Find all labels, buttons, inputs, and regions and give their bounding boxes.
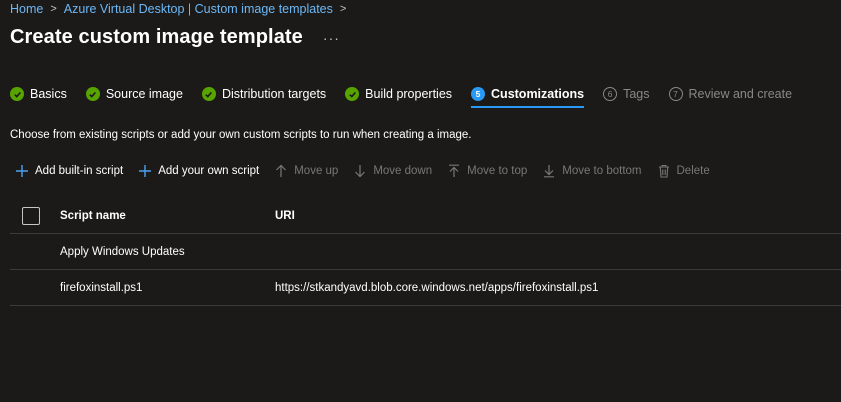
select-all-checkbox[interactable]	[22, 206, 40, 225]
add-built-in-script-label: Add built-in script	[35, 165, 124, 177]
tab-tags-label: Tags	[623, 87, 650, 101]
tab-build-properties[interactable]: Build properties	[345, 86, 452, 102]
breadcrumb-custom-image-templates-link[interactable]: Azure Virtual Desktop | Custom image tem…	[64, 2, 333, 16]
tab-basics-label: Basics	[30, 87, 67, 101]
title-row: Create custom image template ···	[10, 26, 340, 49]
delete-button[interactable]: Delete	[656, 163, 710, 179]
plus-icon	[14, 163, 30, 179]
tab-source-image-label: Source image	[105, 87, 183, 101]
tab-distribution-targets[interactable]: Distribution targets	[201, 86, 327, 102]
tab-source-image[interactable]: Source image	[85, 86, 183, 102]
step-number-badge: 6	[603, 87, 618, 101]
page: Home > Azure Virtual Desktop | Custom im…	[0, 0, 841, 402]
table-row[interactable]: firefoxinstall.ps1 https://stkandyavd.bl…	[10, 270, 841, 306]
checkmark-icon	[201, 87, 216, 101]
step-number-badge: 7	[668, 87, 683, 101]
checkmark-icon	[10, 87, 24, 101]
add-built-in-script-button[interactable]: Add built-in script	[14, 163, 123, 179]
move-up-label: Move up	[294, 165, 339, 177]
plus-icon	[137, 163, 153, 179]
tab-review-and-create-label: Review and create	[688, 87, 793, 101]
move-to-bottom-button[interactable]: Move to bottom	[541, 163, 642, 179]
tab-distribution-targets-label: Distribution targets	[221, 87, 327, 101]
checkmark-icon	[85, 87, 100, 101]
move-up-button[interactable]: Move up	[273, 163, 338, 179]
column-header-script-name[interactable]: Script name	[60, 210, 275, 222]
move-down-button[interactable]: Move down	[352, 163, 432, 179]
scripts-table: Script name URI Apply Windows Updates fi…	[10, 198, 841, 306]
page-title: Create custom image template	[10, 26, 303, 48]
tab-review-and-create[interactable]: 7 Review and create	[668, 86, 793, 102]
tab-tags[interactable]: 6 Tags	[603, 86, 650, 102]
trash-icon	[656, 163, 672, 179]
breadcrumb-home-link[interactable]: Home	[10, 2, 43, 16]
tab-customizations[interactable]: 5 Customizations	[471, 86, 585, 108]
arrow-up-icon	[273, 163, 289, 179]
column-header-uri[interactable]: URI	[275, 210, 841, 222]
breadcrumb: Home > Azure Virtual Desktop | Custom im…	[10, 2, 353, 16]
tab-customizations-label: Customizations	[491, 87, 585, 101]
add-your-own-script-label: Add your own script	[158, 165, 260, 177]
chevron-right-icon: >	[339, 3, 347, 15]
table-header: Script name URI	[10, 198, 841, 234]
select-all-cell	[10, 206, 60, 225]
move-to-top-button[interactable]: Move to top	[446, 163, 527, 179]
script-name-cell: firefoxinstall.ps1	[60, 281, 143, 294]
move-to-top-label: Move to top	[467, 165, 528, 177]
arrow-to-bottom-icon	[541, 163, 557, 179]
move-down-label: Move down	[373, 165, 433, 177]
toolbar: Add built-in script Add your own script …	[14, 162, 724, 180]
table-row[interactable]: Apply Windows Updates	[10, 234, 841, 270]
checkmark-icon	[345, 87, 360, 101]
delete-label: Delete	[676, 165, 710, 177]
script-name-cell: Apply Windows Updates	[60, 245, 185, 258]
more-options-icon[interactable]: ···	[323, 30, 340, 46]
wizard-steps: Basics Source image Distribution targets…	[10, 86, 811, 108]
move-to-bottom-label: Move to bottom	[562, 165, 642, 177]
description-text: Choose from existing scripts or add your…	[10, 129, 472, 141]
tab-basics[interactable]: Basics	[10, 86, 67, 102]
arrow-to-top-icon	[446, 163, 462, 179]
step-number-badge: 5	[471, 87, 486, 101]
add-your-own-script-button[interactable]: Add your own script	[137, 163, 259, 179]
uri-cell: https://stkandyavd.blob.core.windows.net…	[275, 281, 599, 294]
arrow-down-icon	[352, 163, 368, 179]
tab-build-properties-label: Build properties	[365, 87, 453, 101]
chevron-right-icon: >	[50, 3, 57, 15]
